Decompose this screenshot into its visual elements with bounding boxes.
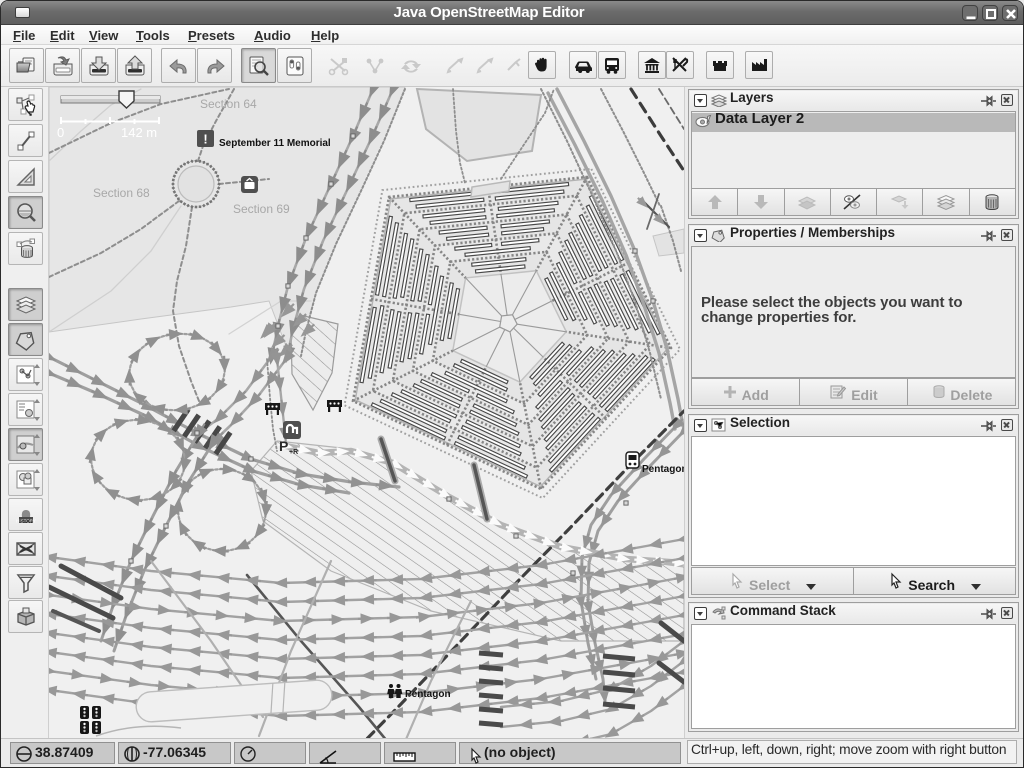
svg-text:+R: +R (289, 449, 298, 456)
svg-text:Section 69: Section 69 (233, 202, 290, 216)
svg-text:Section 64: Section 64 (200, 97, 257, 111)
svg-text:142 m: 142 m (121, 125, 157, 140)
svg-text:HISTORY: HISTORY (16, 518, 36, 523)
svg-text:!: ! (203, 132, 207, 147)
svg-text:September 11 Memorial: September 11 Memorial (219, 138, 331, 149)
svg-text:Pentagon: Pentagon (642, 464, 684, 475)
svg-text:Section 68: Section 68 (93, 186, 150, 200)
svg-text:0: 0 (57, 125, 64, 140)
svg-text:Pentagon: Pentagon (405, 689, 451, 700)
svg-text:P: P (279, 438, 288, 454)
